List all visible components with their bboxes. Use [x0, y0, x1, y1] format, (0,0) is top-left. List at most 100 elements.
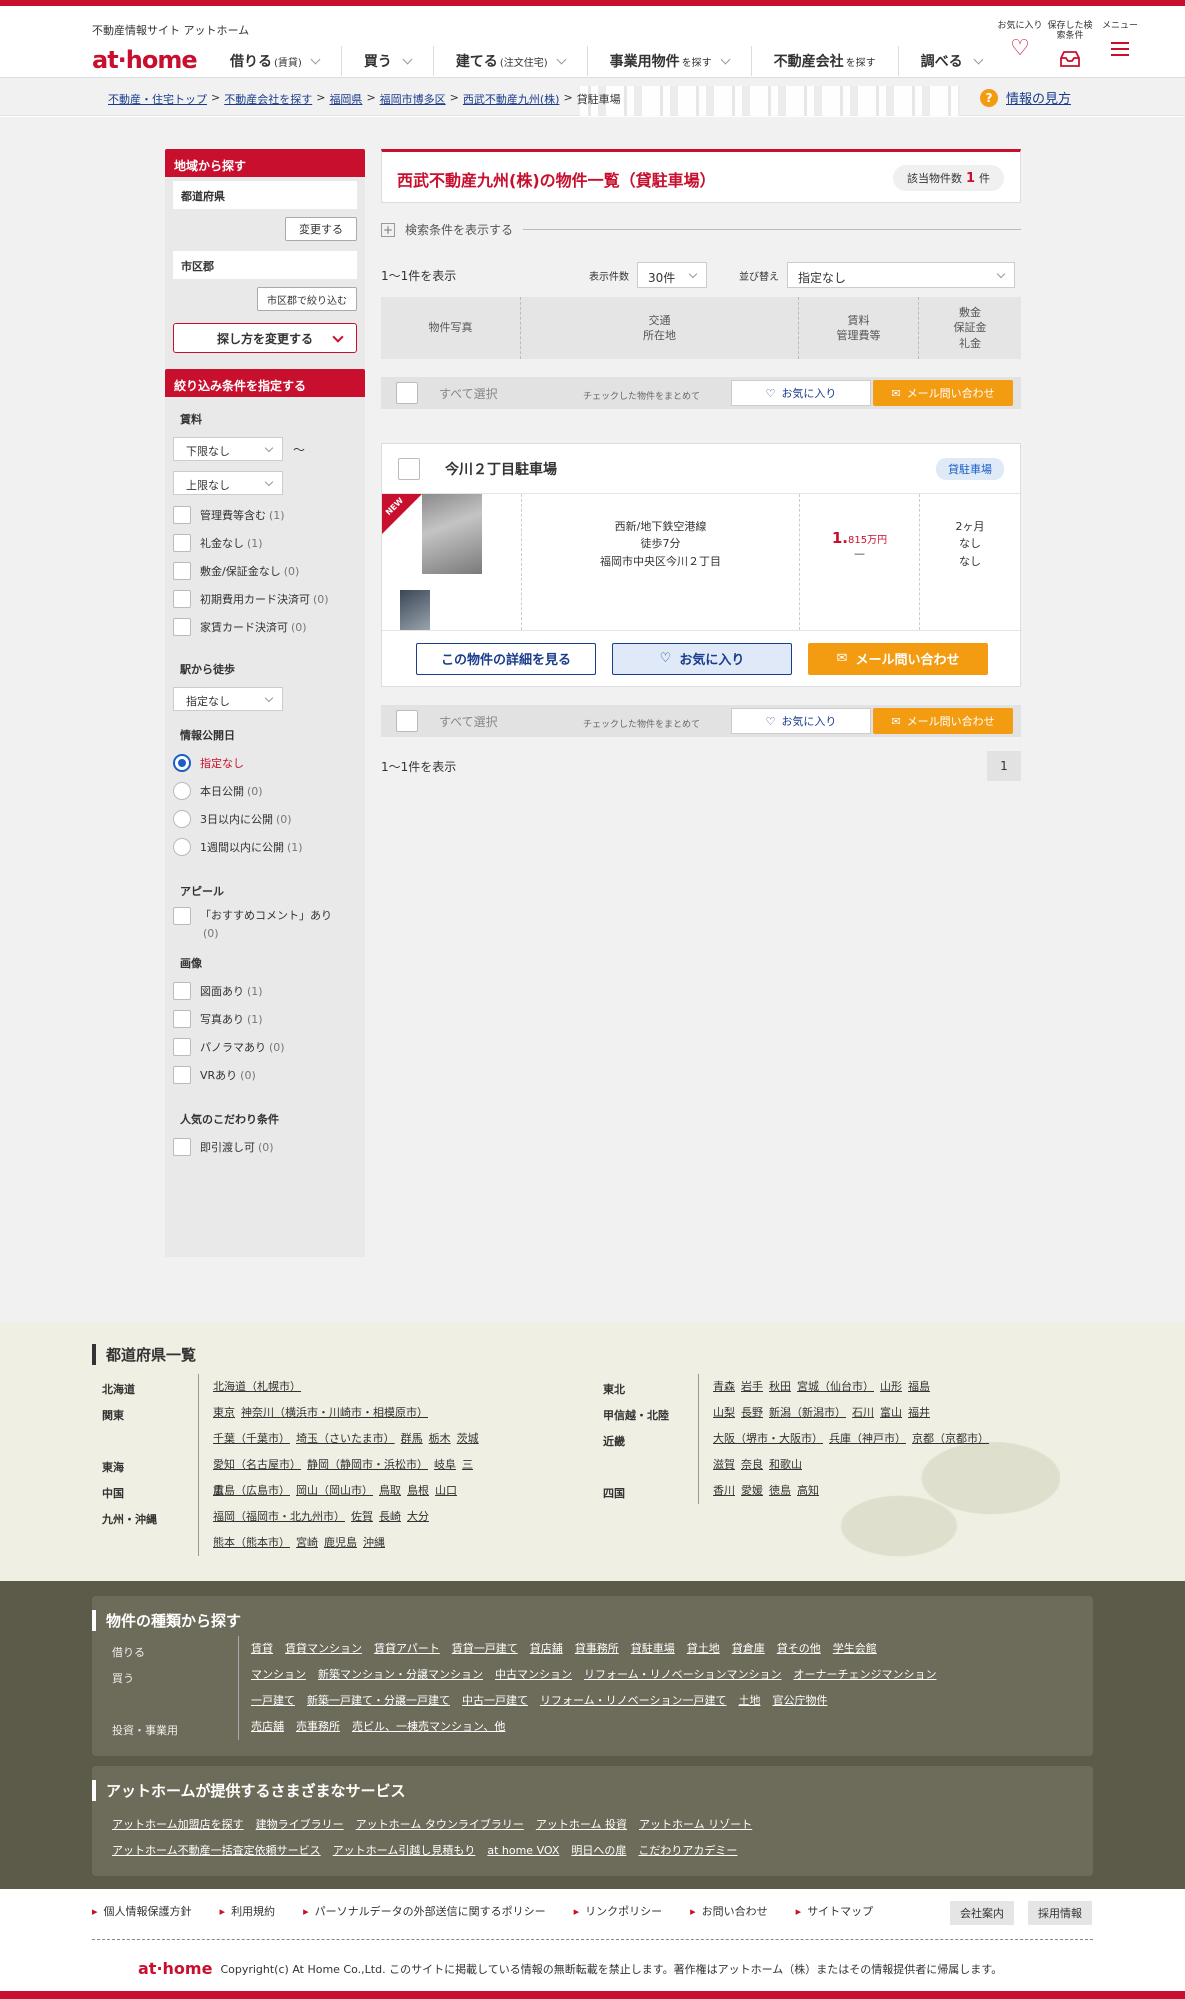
- type-link[interactable]: 賃貸: [251, 1642, 273, 1655]
- change-search-method-button[interactable]: 探し方を変更する: [173, 323, 357, 353]
- pref-link[interactable]: 佐賀: [351, 1510, 373, 1523]
- pref-link[interactable]: 福井: [908, 1406, 930, 1419]
- pub-radio[interactable]: 指定なし: [165, 749, 365, 777]
- pub-radio[interactable]: 3日以内に公開 (0): [165, 805, 365, 833]
- pref-link[interactable]: 山梨: [713, 1406, 735, 1419]
- nav-research[interactable]: 調べる: [899, 46, 1004, 76]
- footer-link[interactable]: 個人情報保護方針: [92, 1903, 192, 1919]
- service-link[interactable]: アットホーム リゾート: [639, 1818, 752, 1831]
- nav-buy[interactable]: 買う: [342, 46, 434, 76]
- bulk-favorite-button[interactable]: ♡ お気に入り: [731, 380, 871, 406]
- type-link[interactable]: 売事務所: [296, 1720, 340, 1733]
- checkbox[interactable]: [173, 534, 191, 552]
- bulk-mail-button[interactable]: ✉ メール問い合わせ: [873, 708, 1013, 734]
- pref-link[interactable]: 神奈川（横浜市・川崎市・相模原市）: [241, 1406, 428, 1419]
- pref-link[interactable]: 東京: [213, 1406, 235, 1419]
- company-button[interactable]: 会社案内: [950, 1901, 1014, 1925]
- pref-link[interactable]: 岩手: [741, 1380, 763, 1393]
- select-all-checkbox[interactable]: [396, 382, 418, 404]
- service-link[interactable]: アットホーム不動産一括査定依頼サービス: [112, 1844, 321, 1857]
- pref-link[interactable]: 岐阜: [434, 1458, 456, 1471]
- checkbox[interactable]: [173, 1010, 191, 1028]
- img-checkbox[interactable]: VRあり (0): [165, 1061, 365, 1089]
- pref-link[interactable]: 宮崎: [296, 1536, 318, 1549]
- type-link[interactable]: 学生会館: [833, 1642, 877, 1655]
- pref-link[interactable]: 愛媛: [741, 1484, 763, 1497]
- pref-link[interactable]: 茨城: [457, 1432, 479, 1445]
- type-link[interactable]: マンション: [251, 1668, 306, 1681]
- nav-rent[interactable]: 借りる (賃貸): [208, 46, 342, 76]
- pref-link[interactable]: 兵庫（神戸市）: [829, 1432, 906, 1445]
- pref-link[interactable]: 徳島: [769, 1484, 791, 1497]
- checkbox[interactable]: [173, 1138, 191, 1156]
- type-link[interactable]: 賃貸アパート: [374, 1642, 440, 1655]
- bulk-mail-button[interactable]: ✉ メール問い合わせ: [873, 380, 1013, 406]
- type-link[interactable]: 一戸建て: [251, 1694, 295, 1707]
- pref-link[interactable]: 鳥取: [379, 1484, 401, 1497]
- pref-link[interactable]: 群馬: [401, 1432, 423, 1445]
- rent-opt-checkbox[interactable]: 初期費用カード決済可 (0): [165, 585, 365, 613]
- bulk-favorite-button[interactable]: ♡ お気に入り: [731, 708, 871, 734]
- type-link[interactable]: 賃貸一戸建て: [452, 1642, 518, 1655]
- view-detail-button[interactable]: この物件の詳細を見る: [416, 642, 596, 675]
- nav-business[interactable]: 事業用物件 を探す: [588, 46, 752, 76]
- type-link[interactable]: 売店舗: [251, 1720, 284, 1733]
- rent-max-select[interactable]: 上限なし: [173, 471, 283, 495]
- pref-link[interactable]: 新潟（新潟市）: [769, 1406, 846, 1419]
- checkbox[interactable]: [173, 562, 191, 580]
- radio[interactable]: [173, 754, 191, 772]
- pref-link[interactable]: 富山: [880, 1406, 902, 1419]
- pref-link[interactable]: 埼玉（さいたま市）: [296, 1432, 395, 1445]
- show-conditions-toggle[interactable]: + 検索条件を表示する: [381, 221, 1021, 238]
- change-pref-button[interactable]: 変更する: [285, 217, 357, 241]
- menu-link[interactable]: メニュー: [1095, 21, 1145, 72]
- service-link[interactable]: アットホーム引越し見積もり: [333, 1844, 476, 1857]
- service-link[interactable]: アットホーム 投資: [536, 1818, 627, 1831]
- type-link[interactable]: 貸その他: [777, 1642, 821, 1655]
- rent-min-select[interactable]: 下限なし: [173, 437, 283, 461]
- sort-select[interactable]: 指定なし: [787, 262, 1015, 288]
- service-link[interactable]: こだわりアカデミー: [638, 1844, 737, 1857]
- img-checkbox[interactable]: パノラマあり (0): [165, 1033, 365, 1061]
- nav-company[interactable]: 不動産会社 を探す: [752, 46, 899, 76]
- type-link[interactable]: 新築一戸建て・分譲一戸建て: [307, 1694, 450, 1707]
- radio[interactable]: [173, 838, 191, 856]
- pref-link[interactable]: 広島（広島市）: [213, 1484, 290, 1497]
- pref-link[interactable]: 秋田: [769, 1380, 791, 1393]
- appeal-checkbox[interactable]: 「おすすめコメント」あり (0): [165, 907, 365, 945]
- breadcrumb-link[interactable]: 福岡市博多区: [380, 93, 446, 106]
- mail-inquiry-button[interactable]: ✉ メール問い合わせ: [808, 642, 988, 675]
- pref-link[interactable]: 山口: [435, 1484, 457, 1497]
- type-link[interactable]: 貸事務所: [575, 1642, 619, 1655]
- pref-link[interactable]: 熊本（熊本市）: [213, 1536, 290, 1549]
- page-number[interactable]: 1: [987, 751, 1021, 781]
- type-link[interactable]: 官公庁物件: [772, 1694, 827, 1707]
- popular-checkbox[interactable]: 即引渡し可 (0): [165, 1133, 365, 1161]
- pref-link[interactable]: 京都（京都市）: [912, 1432, 989, 1445]
- type-link[interactable]: 貸駐車場: [631, 1642, 675, 1655]
- rent-opt-checkbox[interactable]: 敷金/保証金なし (0): [165, 557, 365, 585]
- pref-link[interactable]: 島根: [407, 1484, 429, 1497]
- property-photo[interactable]: [422, 494, 482, 574]
- service-link[interactable]: アットホーム タウンライブラリー: [356, 1818, 524, 1831]
- type-link[interactable]: 中古マンション: [495, 1668, 572, 1681]
- type-link[interactable]: リフォーム・リノベーションマンション: [584, 1668, 781, 1681]
- per-page-select[interactable]: 30件: [637, 262, 707, 288]
- type-link[interactable]: 土地: [738, 1694, 760, 1707]
- checkbox[interactable]: [173, 1066, 191, 1084]
- pref-link[interactable]: 大阪（堺市・大阪市）: [713, 1432, 823, 1445]
- breadcrumb-link[interactable]: 西武不動産九州(株): [463, 93, 560, 106]
- type-link[interactable]: 賃貸マンション: [285, 1642, 362, 1655]
- favorites-link[interactable]: お気に入り ♡: [995, 21, 1045, 72]
- checkbox[interactable]: [173, 1038, 191, 1056]
- type-link[interactable]: 貸店舗: [530, 1642, 563, 1655]
- pref-link[interactable]: 静岡（静岡市・浜松市）: [307, 1458, 428, 1471]
- pref-link[interactable]: 青森: [713, 1380, 735, 1393]
- select-all-checkbox[interactable]: [396, 710, 418, 732]
- pref-link[interactable]: 長崎: [379, 1510, 401, 1523]
- type-link[interactable]: 中古一戸建て: [462, 1694, 528, 1707]
- service-link[interactable]: 明日への扉: [571, 1844, 626, 1857]
- city-filter-button[interactable]: 市区郡で絞り込む: [257, 287, 357, 311]
- footer-link[interactable]: リンクポリシー: [574, 1903, 662, 1919]
- rent-opt-checkbox[interactable]: 管理費等含む (1): [165, 501, 365, 529]
